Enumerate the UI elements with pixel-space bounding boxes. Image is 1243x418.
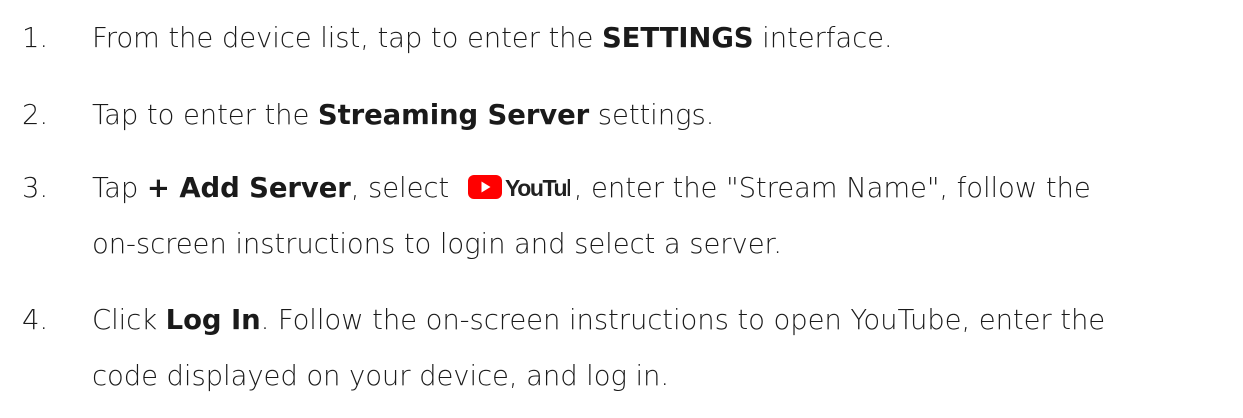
step-1-text-a: From the device list, tap to enter the xyxy=(92,22,602,54)
instruction-list: 1. From the device list, tap to enter th… xyxy=(0,0,1243,418)
step-1-text-c: interface. xyxy=(753,22,893,54)
step-3-number: 3. xyxy=(22,172,49,204)
step-2-number: 2. xyxy=(22,99,49,131)
step-4-text-a: Click xyxy=(92,304,166,336)
step-1-text: From the device list, tap to enter the S… xyxy=(92,18,893,58)
step-4-number: 4. xyxy=(22,304,49,336)
step-4-text-c: . Follow the on-screen instructions to o… xyxy=(260,304,1106,336)
log-in-keyword: Log In xyxy=(165,304,261,336)
step-3-text-c: , select xyxy=(350,172,458,204)
settings-keyword: SETTINGS xyxy=(601,22,754,54)
step-2-text-c: settings. xyxy=(589,99,715,131)
add-server-keyword: + Add Server xyxy=(146,172,351,204)
step-1-number: 1. xyxy=(22,22,49,54)
step-4-text: Click Log In. Follow the on-screen instr… xyxy=(92,300,1105,340)
step-3-text-e: on-screen instructions to login and sele… xyxy=(92,228,782,260)
step-3-text-d: , enter the "Stream Name", follow the xyxy=(573,172,1091,204)
step-3-text-a: Tap xyxy=(92,172,147,204)
step-2-text-a: Tap to enter the xyxy=(92,99,318,131)
youtube-logo-icon: YouTube xyxy=(467,175,570,200)
step-3-text: Tap + Add Server, select YouTube, enter … xyxy=(92,168,1091,208)
streaming-server-keyword: Streaming Server xyxy=(317,99,590,131)
youtube-logo: YouTube xyxy=(467,174,570,200)
youtube-wordmark: YouTube xyxy=(505,175,570,200)
step-2-text: Tap to enter the Streaming Server settin… xyxy=(92,95,714,135)
step-4-text-d: code displayed on your device, and log i… xyxy=(92,360,670,392)
